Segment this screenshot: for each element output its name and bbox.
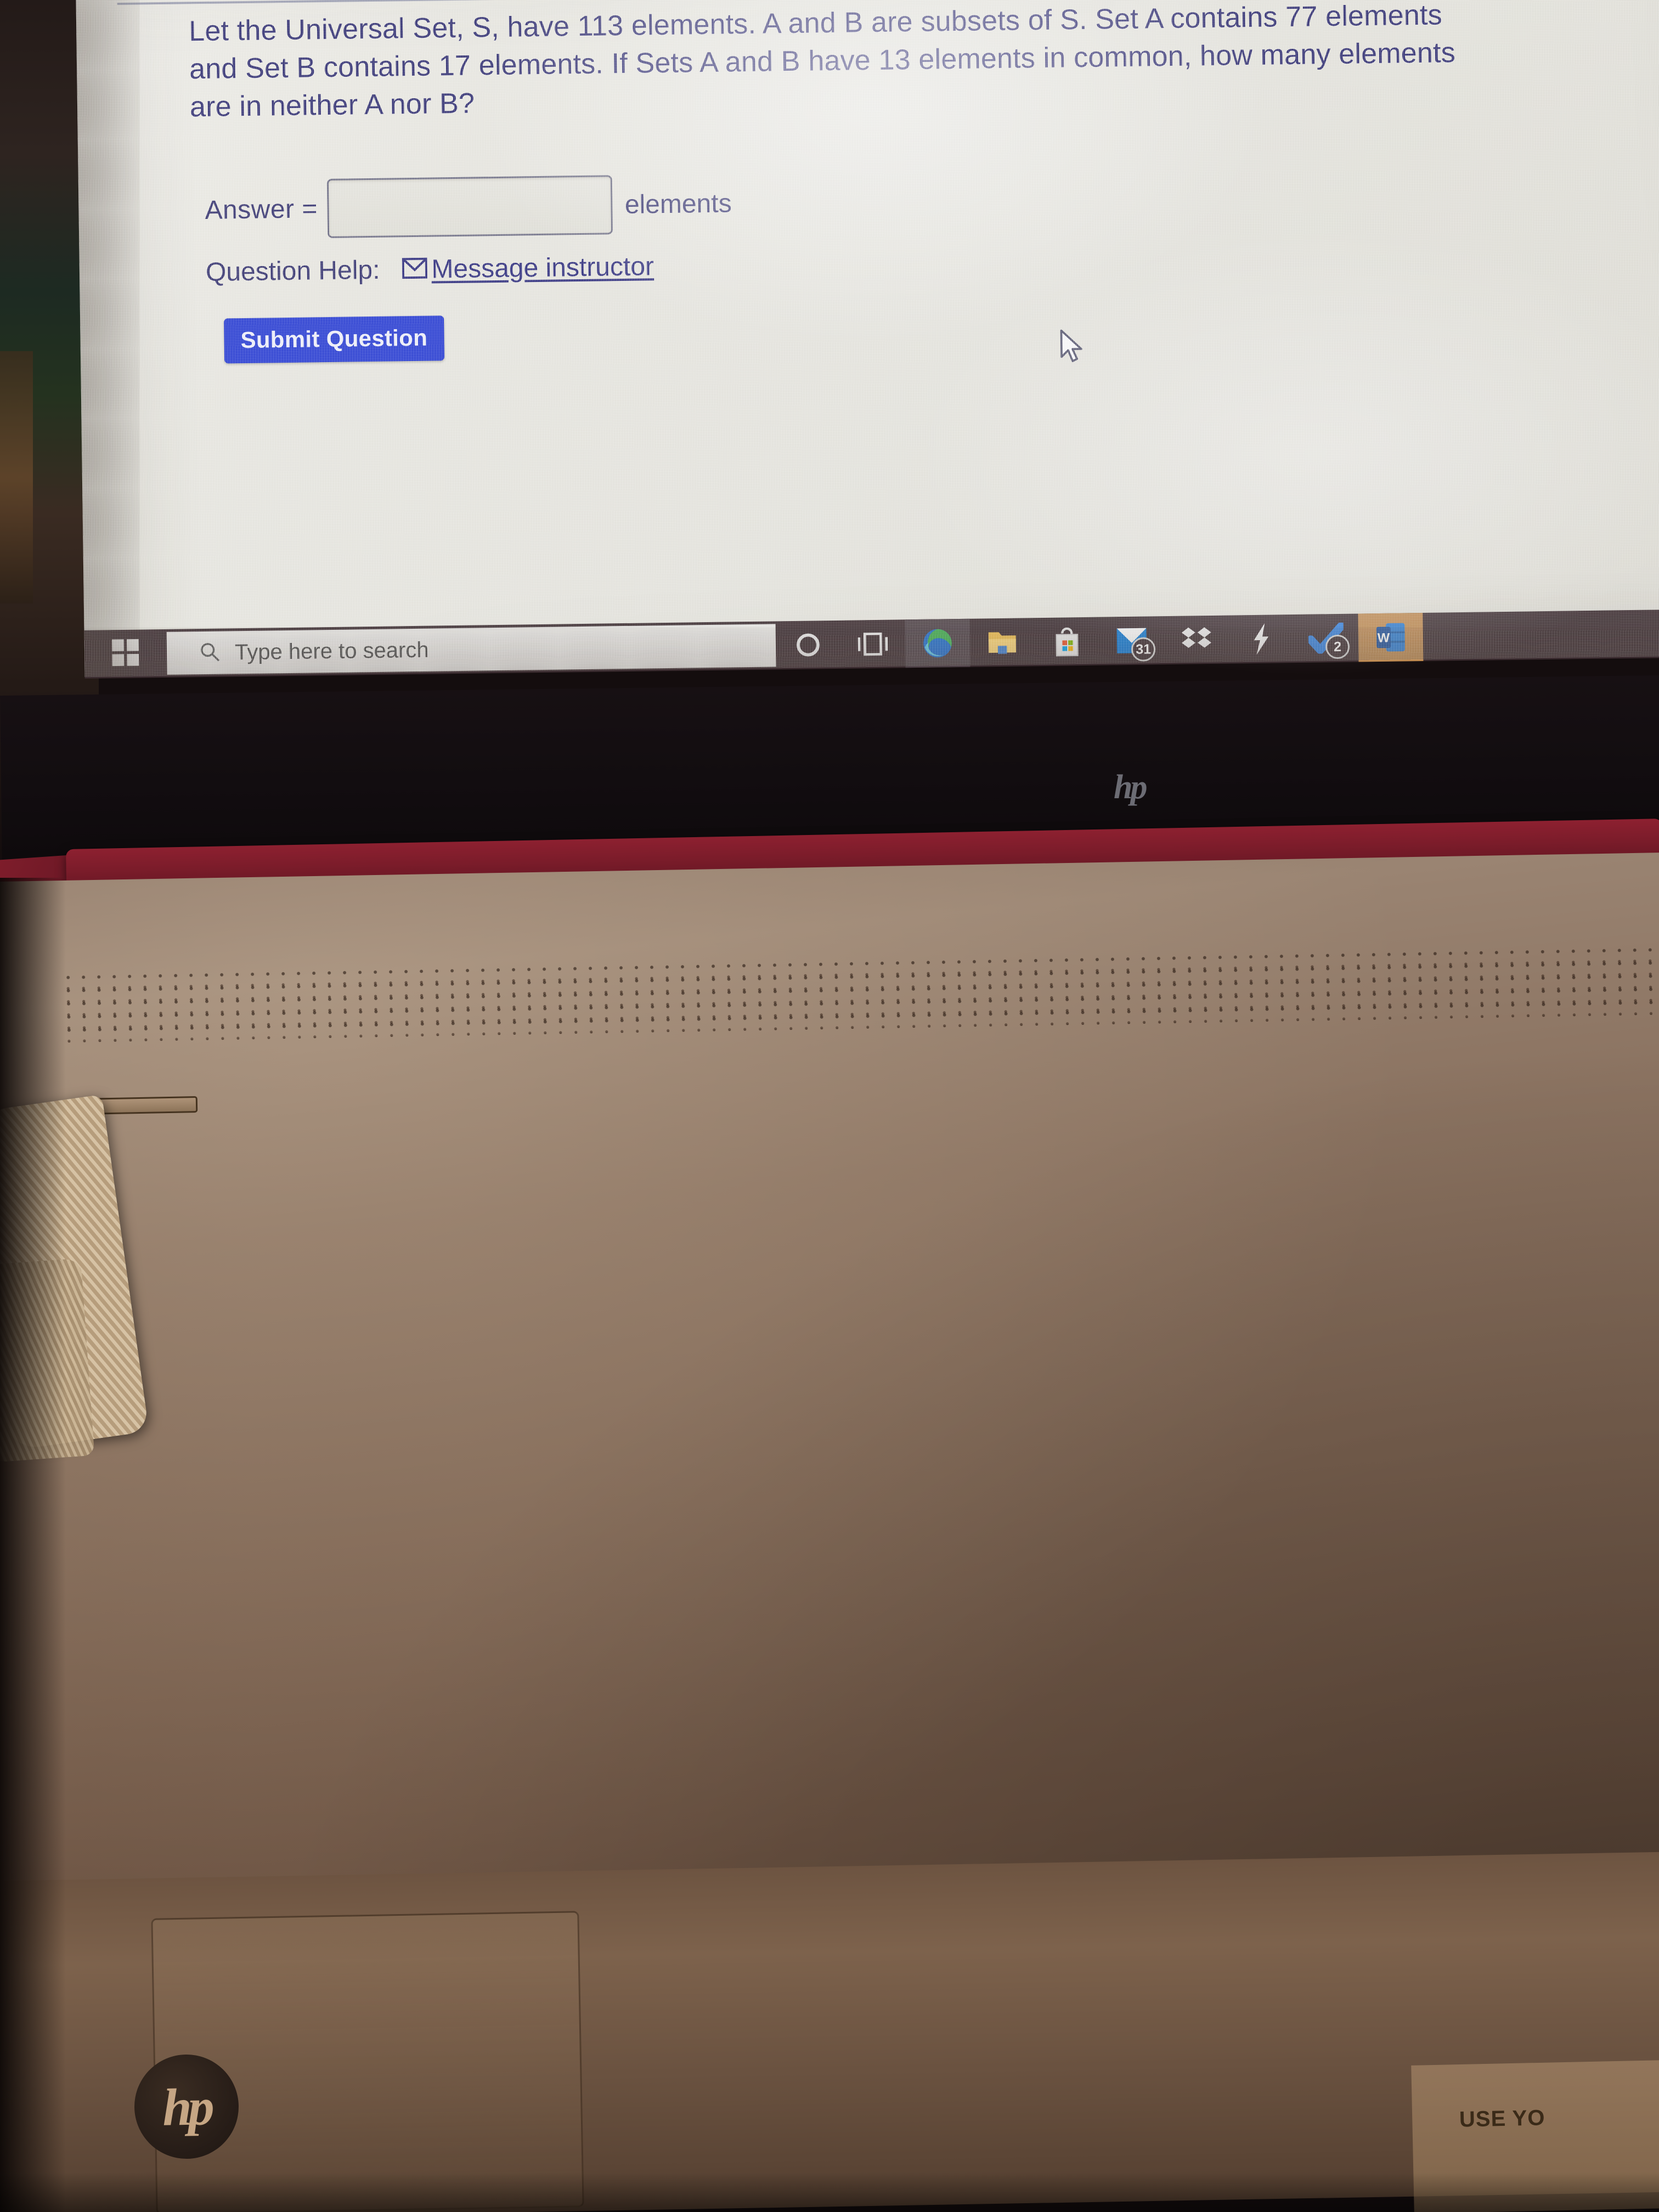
screen-surface: Let the Universal Set, S, have 113 eleme… [76,0,1659,683]
file-explorer-icon[interactable] [969,618,1035,667]
mail-icon[interactable]: 31 [1099,616,1164,665]
envelope-icon [402,257,427,282]
checkmark-badge: 2 [1325,634,1350,659]
mail-badge: 31 [1131,637,1156,662]
submit-question-button[interactable]: Submit Question [224,315,444,364]
answer-row: Answer = elements [205,173,732,240]
question-text: Let the Universal Set, S, have 113 eleme… [189,0,1455,127]
answer-label: Answer = [205,194,318,225]
start-button[interactable] [84,629,167,679]
laptop-keyboard: f1? f2☀ f3✳ f4❏ f5 f6🔇 f7🔉 f8🔊 f9⏮ f10⏯ … [0,1147,1659,1904]
laptop-screen: Let the Universal Set, S, have 113 eleme… [76,0,1659,726]
hp-logo-text: hp [162,2076,211,2137]
windows-logo-icon [111,637,141,670]
microsoft-word-icon[interactable]: W [1358,612,1424,662]
hp-bezel-logo: hp [1114,769,1147,806]
checkmark-app-icon[interactable]: 2 [1293,614,1358,663]
lightning-bolt-icon[interactable] [1228,614,1294,664]
question-help-row: Question Help: Message instructor [206,251,654,287]
mouse-pointer-icon [1059,329,1085,366]
homework-question-panel: Let the Universal Set, S, have 113 eleme… [76,0,1659,630]
microsoft-edge-icon[interactable] [905,618,970,668]
task-view-icon[interactable] [840,619,905,669]
dropbox-icon[interactable] [1164,616,1229,665]
answer-input[interactable] [327,175,613,239]
search-input[interactable]: Type here to search [166,624,776,675]
message-instructor-link[interactable]: Message instructor [431,251,654,284]
microsoft-store-icon[interactable] [1034,617,1099,667]
answer-units-label: elements [624,188,732,219]
question-help-label: Question Help: [205,255,380,287]
fabric-sleeve-fold [0,1258,95,1463]
svg-text:W: W [1378,631,1390,645]
trackpad[interactable] [151,1911,584,2212]
deck-sticker-background [1411,2060,1659,2212]
search-placeholder-text: Type here to search [234,637,429,664]
search-icon [199,640,221,665]
cortana-icon[interactable] [775,620,840,670]
deck-sticker-text: USE YO [1459,2106,1545,2132]
photo-scene: Let the Universal Set, S, have 113 eleme… [0,0,1659,2212]
room-background-accent [0,351,33,603]
